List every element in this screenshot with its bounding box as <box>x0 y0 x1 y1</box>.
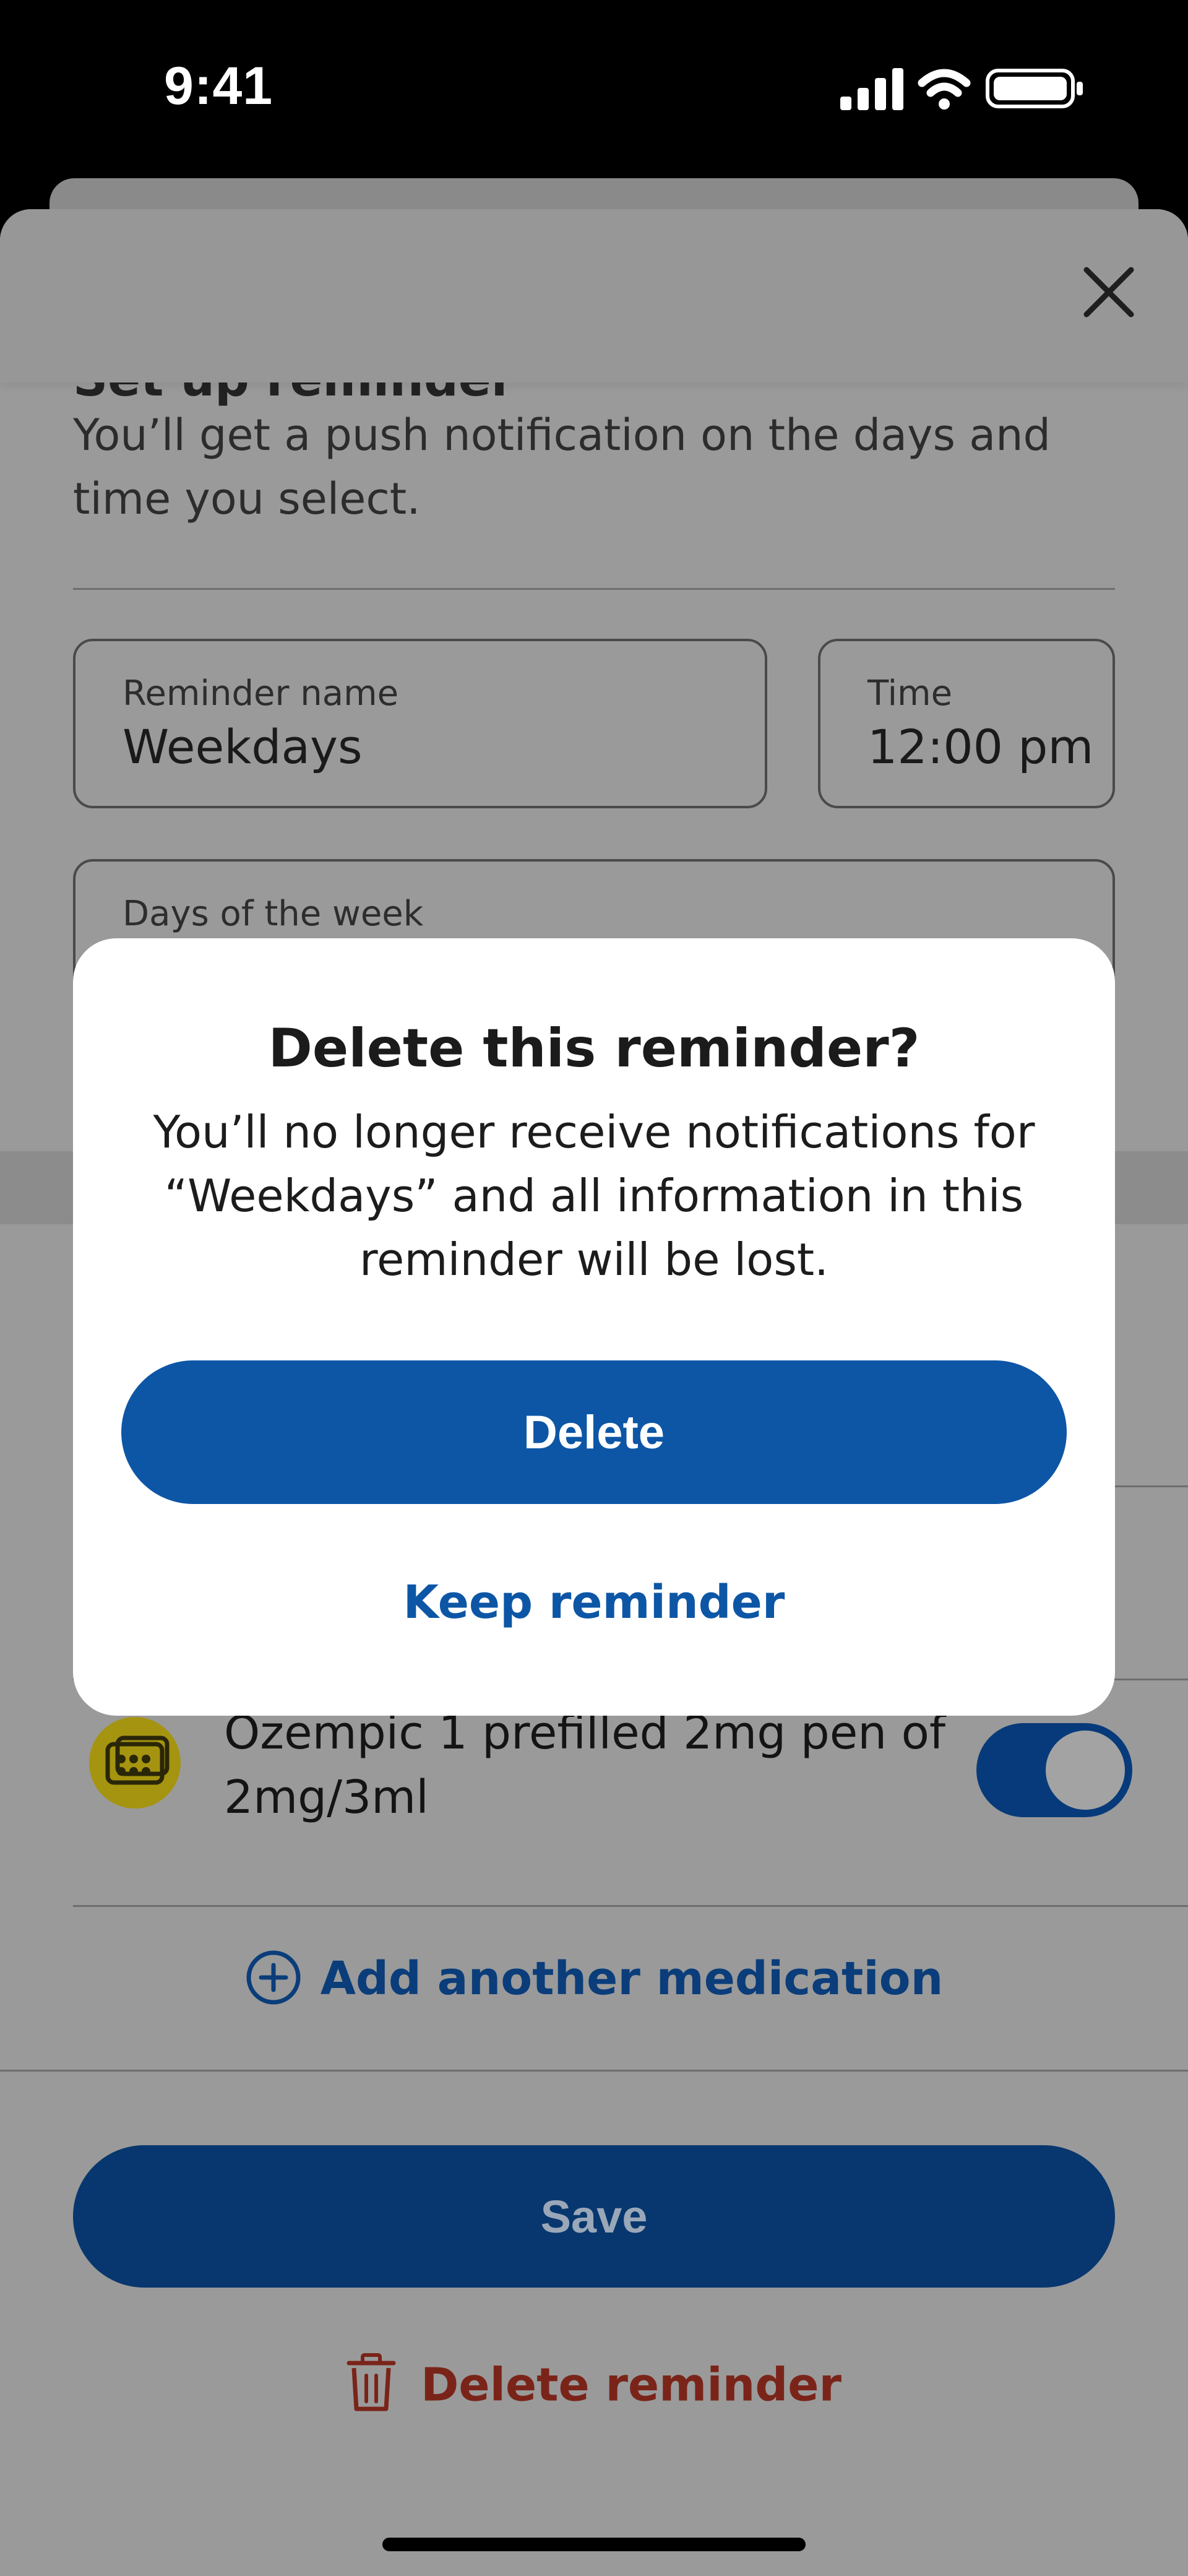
delete-confirmation-dialog: Delete this reminder? You’ll no longer r… <box>73 938 1115 1716</box>
dialog-title: Delete this reminder? <box>268 1018 920 1079</box>
reminder-name-value: Weekdays <box>123 719 363 774</box>
sheet-header <box>0 209 1188 383</box>
reminder-name-field[interactable]: Reminder name Weekdays <box>73 639 767 808</box>
delete-reminder-label: Delete reminder <box>421 2358 842 2412</box>
time-value: 12:00 pm <box>867 719 1094 774</box>
medication-toggle[interactable] <box>976 1723 1132 1817</box>
status-bar: 9:41 <box>0 0 1188 179</box>
divider <box>73 588 1115 590</box>
divider <box>73 1905 1188 1907</box>
divider <box>0 2070 1188 2072</box>
dialog-message: You’ll no longer receive notifications f… <box>153 1106 1035 1286</box>
trash-icon <box>346 2353 396 2411</box>
time-label: Time <box>867 673 953 714</box>
medication-row: Ozempic 1 prefilled 2mg pen of 2mg/3ml <box>73 1701 1132 1862</box>
toggle-knob <box>1046 1731 1125 1810</box>
time-field[interactable]: Time 12:00 pm <box>818 639 1115 808</box>
pill-pack-icon <box>89 1717 181 1809</box>
status-icons <box>840 67 1088 110</box>
keep-reminder-button[interactable]: Keep reminder <box>73 1576 1115 1629</box>
battery-icon <box>986 69 1083 108</box>
add-medication-label: Add another medication <box>320 1952 944 2005</box>
cellular-signal-icon <box>840 68 903 110</box>
reminder-name-label: Reminder name <box>123 673 399 714</box>
delete-reminder-button[interactable]: Delete reminder <box>0 2353 1188 2418</box>
save-button[interactable]: Save <box>73 2145 1115 2288</box>
plus-circle-icon <box>246 1950 301 2005</box>
status-time: 9:41 <box>164 56 273 116</box>
home-indicator <box>382 2538 806 2551</box>
confirm-delete-button[interactable]: Delete <box>121 1360 1067 1504</box>
add-medication-button[interactable]: Add another medication <box>0 1950 1188 2010</box>
days-of-week-label: Days of the week <box>123 894 424 934</box>
wifi-icon <box>918 69 971 110</box>
close-button[interactable] <box>1079 262 1138 322</box>
medication-name: Ozempic 1 prefilled 2mg pen of 2mg/3ml <box>224 1706 946 1824</box>
close-icon <box>1083 267 1134 318</box>
sheet-description: You’ll get a push notification on the da… <box>73 410 1051 524</box>
